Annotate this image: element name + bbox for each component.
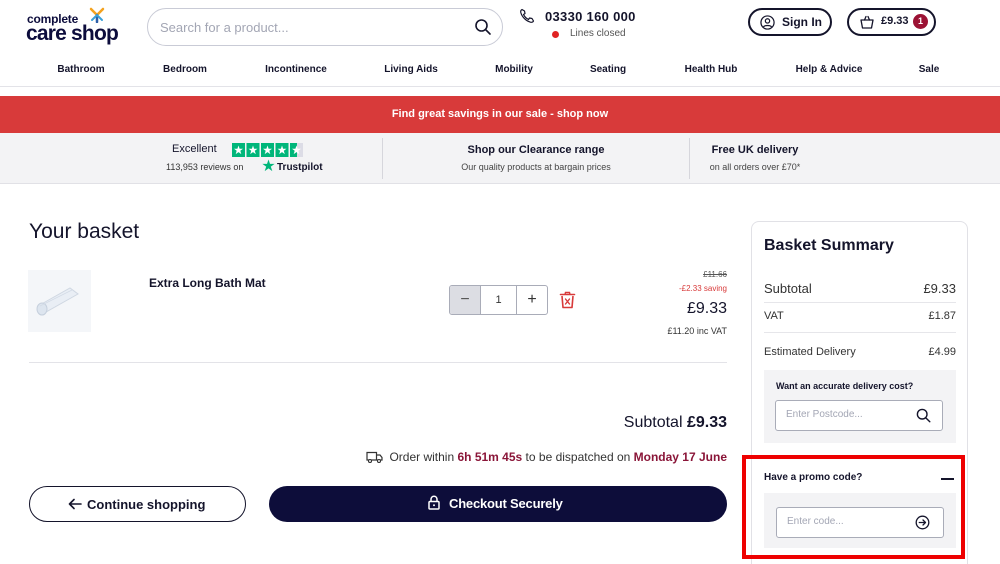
search-input[interactable] (160, 17, 460, 37)
arrow-right-circle-icon[interactable] (915, 515, 930, 530)
usp-delivery: Free UK delivery on all orders over £70* (690, 133, 820, 184)
subtotal-value: £9.33 (686, 414, 727, 431)
logo-text-bottom: care shop (26, 22, 119, 45)
postcode-question: Want an accurate delivery cost? (776, 381, 914, 391)
promo-code-field (776, 507, 944, 538)
sign-in-label: Sign In (782, 15, 822, 29)
trustpilot-reviews: 113,953 reviews on (166, 162, 244, 172)
trustpilot-logo-icon (262, 159, 275, 172)
summary-delivery-label: Estimated Delivery (764, 346, 856, 358)
divider (764, 302, 956, 303)
bath-mat-image-icon (36, 287, 79, 316)
user-icon (760, 15, 775, 30)
item-price-inc-vat: £11.20 inc VAT (667, 326, 727, 336)
saving-amount: -£2.33 saving (678, 284, 727, 293)
promo-code-title[interactable]: Have a promo code? (764, 472, 862, 483)
trustpilot-brand: Trustpilot (277, 162, 323, 173)
summary-delivery-value: £4.99 (928, 346, 956, 358)
postcode-box: Want an accurate delivery cost? (764, 370, 956, 443)
usp-clearance[interactable]: Shop our Clearance range Our quality pro… (383, 133, 689, 184)
checkout-label: Checkout Securely (449, 496, 563, 511)
phone-number[interactable]: 03330 160 000 (545, 9, 636, 24)
trash-icon[interactable] (559, 291, 576, 309)
quantity-stepper: − 1 + (449, 285, 548, 315)
trustpilot-rating: Excellent (172, 143, 217, 155)
nav-item-mobility[interactable]: Mobility (495, 64, 533, 75)
continue-shopping-label: Continue shopping (87, 497, 206, 512)
search-icon[interactable] (916, 408, 931, 423)
nav-item-living-aids[interactable]: Living Aids (384, 64, 438, 75)
dispatch-text-mid: to be dispatched on (525, 450, 631, 464)
usp-clearance-sub: Our quality products at bargain prices (461, 162, 611, 172)
lock-icon (428, 495, 440, 510)
delivery-van-icon (366, 451, 383, 463)
basket-icon (860, 15, 874, 29)
search-bar (147, 8, 503, 46)
checkout-button[interactable]: Checkout Securely (269, 486, 727, 522)
divider (764, 332, 956, 333)
dispatch-notice: Order within 6h 51m 45s to be dispatched… (366, 450, 727, 464)
sign-in-button[interactable]: Sign In (748, 8, 832, 36)
decrease-quantity-button[interactable]: − (450, 286, 481, 314)
trustpilot-stars-icon (232, 143, 303, 157)
item-price: £9.33 (686, 300, 727, 317)
logo-mark-icon (89, 7, 105, 23)
usp-clearance-title: Shop our Clearance range (467, 144, 605, 156)
phone-icon (520, 8, 535, 23)
dispatch-date: Monday 17 June (633, 450, 727, 464)
summary-vat-value: £1.87 (928, 310, 956, 322)
basket-summary-panel: Basket Summary Subtotal £9.33 VAT £1.87 … (751, 221, 968, 564)
divider (29, 362, 727, 363)
dispatch-countdown: 6h 51m 45s (457, 450, 523, 464)
usp-delivery-title: Free UK delivery (711, 144, 799, 156)
product-name[interactable]: Extra Long Bath Mat (149, 276, 266, 290)
lines-status-dot (552, 31, 559, 38)
summary-subtotal-value: £9.33 (923, 281, 956, 296)
increase-quantity-button[interactable]: + (516, 286, 547, 314)
was-price: £11.66 (703, 270, 727, 279)
nav-item-incontinence[interactable]: Incontinence (265, 64, 327, 75)
postcode-input[interactable] (786, 409, 906, 420)
sale-banner[interactable]: Find great savings in our sale - shop no… (0, 96, 1000, 133)
summary-vat-label: VAT (764, 310, 784, 322)
summary-subtotal-label: Subtotal (764, 281, 812, 296)
lines-status: Lines closed (570, 28, 626, 39)
subtotal-label: Subtotal (623, 414, 683, 431)
nav-item-bathroom[interactable]: Bathroom (57, 64, 104, 75)
basket-count-badge: 1 (913, 14, 928, 29)
main-nav: Bathroom Bedroom Incontinence Living Aid… (0, 57, 1000, 87)
promo-code-input[interactable] (787, 516, 907, 527)
phone-contact[interactable]: 03330 160 000 Lines closed (519, 8, 649, 42)
nav-item-help-advice[interactable]: Help & Advice (796, 64, 863, 75)
search-icon[interactable] (474, 18, 492, 36)
usp-strip: Excellent 113,953 reviews on Trustpilot … (0, 133, 1000, 184)
nav-item-bedroom[interactable]: Bedroom (163, 64, 207, 75)
postcode-field (775, 400, 943, 431)
nav-item-health-hub[interactable]: Health Hub (685, 64, 738, 75)
collapse-minus-icon[interactable] (941, 478, 954, 480)
dispatch-text-pre: Order within (389, 450, 455, 464)
product-thumbnail[interactable] (28, 270, 91, 332)
arrow-left-icon (68, 498, 82, 510)
site-header: complete care shop 03330 160 000 Lines c… (0, 0, 1000, 54)
site-logo[interactable]: complete care shop (26, 7, 136, 45)
usp-delivery-sub: on all orders over £70* (709, 162, 801, 172)
basket-amount: £9.33 (881, 15, 909, 27)
promo-code-box (764, 493, 956, 548)
trustpilot-widget[interactable]: Excellent 113,953 reviews on Trustpilot (0, 133, 382, 184)
continue-shopping-button[interactable]: Continue shopping (29, 486, 246, 522)
quantity-value[interactable]: 1 (481, 286, 516, 314)
basket-subtotal: Subtotal £9.33 (624, 414, 727, 432)
nav-item-sale[interactable]: Sale (919, 64, 940, 75)
page-title: Your basket (29, 220, 140, 243)
basket-button[interactable]: £9.33 1 (847, 8, 936, 36)
nav-item-seating[interactable]: Seating (590, 64, 626, 75)
summary-title: Basket Summary (764, 237, 894, 254)
